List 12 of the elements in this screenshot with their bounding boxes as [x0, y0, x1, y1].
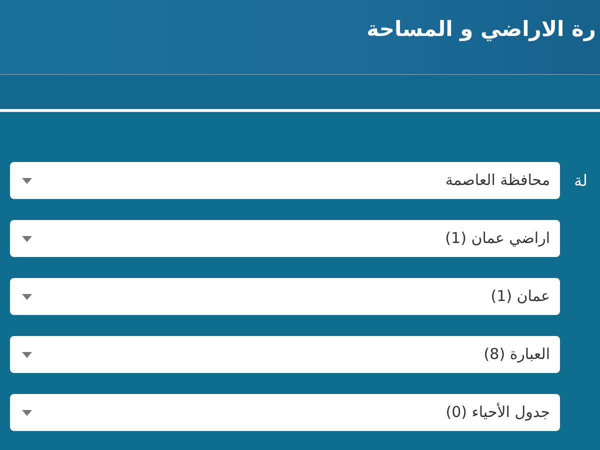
dropdown-field[interactable]: محافظة العاصمة: [10, 162, 560, 199]
dropdown-field[interactable]: اراضي عمان (1): [10, 220, 560, 257]
caret-icon: [22, 236, 32, 242]
field-label: لة: [574, 170, 588, 192]
page-title: رة الاراضي و المساحة: [366, 16, 596, 44]
dropdown-field[interactable]: عمان (1): [10, 278, 560, 315]
caret-icon: [22, 352, 32, 358]
dropdown-field[interactable]: جدول الأحياء (0): [10, 394, 560, 431]
caret-icon: [22, 410, 32, 416]
caret-icon: [22, 294, 32, 300]
dropdown-field[interactable]: العبارة (8): [10, 336, 560, 373]
caret-icon: [22, 178, 32, 184]
